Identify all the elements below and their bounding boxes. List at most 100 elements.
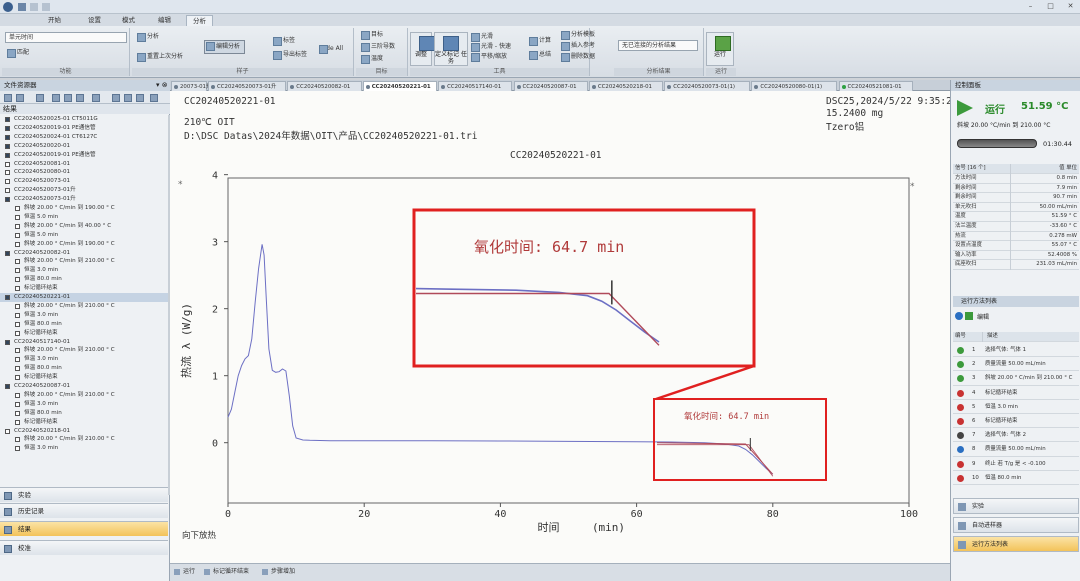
export-tags-button[interactable]: 导出标签 xyxy=(272,50,307,60)
method-row[interactable]: 3 斜坡 20.00 ° C/min 到 210.00 ° C xyxy=(953,371,1079,386)
tree-item[interactable]: 恒温 3.0 min xyxy=(0,266,168,275)
analysis-template-button[interactable]: 分析模板 xyxy=(560,30,595,40)
method-row[interactable]: 9 终止 若 T/g 是 < -0.100 xyxy=(953,457,1079,471)
document-tab[interactable]: CC20240520082-01 xyxy=(287,81,362,91)
method-row[interactable]: 8 质量流量 50.00 mL/min xyxy=(953,442,1079,457)
back-icon[interactable] xyxy=(4,94,12,102)
analysis-result-select[interactable]: 无已连接的分析结果 xyxy=(618,40,698,51)
rnav-method-list[interactable]: 运行方法列表 xyxy=(953,536,1079,552)
method-row[interactable]: 1 选择气体: 气体 1 xyxy=(953,343,1079,358)
tree-item[interactable]: 恒温 5.0 min xyxy=(0,213,168,222)
method-row[interactable]: 10 恒温 80.0 min xyxy=(953,471,1079,485)
search-icon[interactable] xyxy=(124,94,132,102)
tree-item[interactable]: CC20240520218-01 xyxy=(0,427,168,436)
tree-item[interactable]: 恒温 80.0 min xyxy=(0,275,168,284)
tree-item[interactable]: 标记循环结束 xyxy=(0,329,168,338)
document-tab[interactable]: CC20240520221-01 xyxy=(362,81,438,91)
tree-item[interactable]: CC20240520082-01 xyxy=(0,249,168,258)
tree-item[interactable]: CC20240520080-01 xyxy=(0,168,168,177)
document-tab[interactable]: CC20240520218-01 xyxy=(588,81,664,91)
tree-item[interactable]: 恒温 5.0 min xyxy=(0,231,168,240)
pan-zoom-button[interactable]: 平移/缩放 xyxy=(470,52,507,62)
tree-item[interactable]: 恒温 3.0 min xyxy=(0,400,168,409)
rnav-experiment[interactable]: 实验 xyxy=(953,498,1079,514)
method-row[interactable]: 2 质量流量 50.00 mL/min xyxy=(953,357,1079,372)
tab-settings[interactable]: 设置 xyxy=(82,15,107,26)
home-icon[interactable] xyxy=(36,94,44,102)
tree-item[interactable]: 斜坡 20.00 ° C/min 到 190.00 ° C xyxy=(0,240,168,249)
method-row[interactable]: 7 选择气体: 气体 2 xyxy=(953,428,1079,443)
minimize-icon[interactable]: – xyxy=(1026,2,1035,11)
nav-experiment[interactable]: 实验 xyxy=(0,487,168,502)
tree-item[interactable]: CC20240517140-01 xyxy=(0,338,168,347)
status-mark-loop-end[interactable]: 标记循环结束 xyxy=(204,566,249,578)
tree-item[interactable]: CC20240520020-01 xyxy=(0,142,168,151)
tree-item[interactable]: 斜坡 20.00 ° C/min 到 210.00 ° C xyxy=(0,346,168,355)
refresh-icon[interactable] xyxy=(64,94,72,102)
settings-icon[interactable] xyxy=(112,94,120,102)
document-tab[interactable]: CC20240517140-01 xyxy=(438,81,513,91)
tab-start[interactable]: 开始 xyxy=(42,15,67,26)
tree-item[interactable]: 标记循环结束 xyxy=(0,418,168,427)
run-button[interactable]: 运行 xyxy=(706,32,734,66)
tab-edit[interactable]: 编辑 xyxy=(152,15,177,26)
tab-analysis[interactable]: 分析 xyxy=(186,15,213,26)
adjust-button[interactable]: 调整 xyxy=(410,32,435,66)
tab-mode[interactable]: 模式 xyxy=(116,15,141,26)
tags-button[interactable]: 标签 xyxy=(272,36,295,46)
temperature-button[interactable]: 温度 xyxy=(360,54,383,64)
document-tab[interactable]: CC20240521081-01 xyxy=(838,81,913,91)
document-tab[interactable]: CC20240520073-01升 xyxy=(208,81,287,91)
folder-icon[interactable] xyxy=(52,94,60,102)
target-button[interactable]: 目标 xyxy=(360,30,383,40)
close-icon[interactable]: ✕ xyxy=(1066,2,1075,11)
tree-item[interactable]: 恒温 80.0 min xyxy=(0,320,168,329)
dsc-chart[interactable]: 0 20 40 60 80 100 0 1 2 3 4 时间 (min) 热流 λ (W/g) 氧化时间: … xyxy=(170,91,950,563)
forward-icon[interactable] xyxy=(16,94,24,102)
delete-data-button[interactable]: 删除数据 xyxy=(560,52,595,62)
tree-item[interactable]: CC20240520024-01 CT6127C xyxy=(0,133,168,142)
define-step-button[interactable]: 定义标记 任务 xyxy=(434,32,468,66)
method-row[interactable]: 4 标记循环结束 xyxy=(953,386,1079,400)
refresh-icon[interactable] xyxy=(955,312,963,320)
tree-item[interactable]: 标记循环结束 xyxy=(0,284,168,293)
tree-item[interactable]: CC20240520073-01升 xyxy=(0,186,168,195)
unit-select[interactable]: 单元时间 xyxy=(5,32,127,43)
tree-item[interactable]: 斜坡 20.00 ° C/min 到 210.00 ° C xyxy=(0,391,168,400)
tree-item[interactable]: 斜坡 20.00 ° C/min 到 210.00 ° C xyxy=(0,435,168,444)
tree-item[interactable]: 斜坡 20.00 ° C/min 到 40.00 ° C xyxy=(0,222,168,231)
edit-analysis-button[interactable]: 编辑分析 xyxy=(204,40,246,54)
filter-icon[interactable] xyxy=(76,94,84,102)
tree-item[interactable]: CC20240520073-01升 xyxy=(0,195,168,204)
tree-item[interactable]: CC20240520073-01 xyxy=(0,177,168,186)
tree-item[interactable]: CC20240520087-01 xyxy=(0,382,168,391)
reset-analysis-button[interactable]: 重置上次分析 xyxy=(136,52,183,62)
nav-calibration[interactable]: 校准 xyxy=(0,540,168,555)
tree-item[interactable]: CC20240520025-01 CT5011G xyxy=(0,115,168,124)
redo-icon[interactable] xyxy=(42,3,50,11)
rnav-autosampler[interactable]: 自动进样器 xyxy=(953,517,1079,533)
save-icon[interactable] xyxy=(18,3,26,11)
calculate-button[interactable]: 计算 xyxy=(528,36,551,46)
third-derivative-button[interactable]: 三阶导数 xyxy=(360,42,395,52)
tree-item[interactable]: 斜坡 20.00 ° C/min 到 210.00 ° C xyxy=(0,302,168,311)
document-tab[interactable]: CC20240520087-01 xyxy=(513,81,588,91)
smooth-fast-button[interactable]: 光滑 - 快速 xyxy=(470,42,511,52)
analyze-button[interactable]: 分析 xyxy=(136,32,159,42)
tree-item[interactable]: 恒温 80.0 min xyxy=(0,409,168,418)
tree-item[interactable]: 恒温 3.0 min xyxy=(0,355,168,364)
nav-history[interactable]: 历史记录 xyxy=(0,503,168,518)
insert-reference-button[interactable]: 插入参考 xyxy=(560,41,595,51)
document-tab[interactable]: 20073-01升 xyxy=(171,81,211,91)
view-icon[interactable] xyxy=(92,94,100,102)
tree-item[interactable]: 恒温 3.0 min xyxy=(0,444,168,453)
smooth-button[interactable]: 光滑 xyxy=(470,32,493,42)
tree-item[interactable]: CC20240520019-01 PE通信管 xyxy=(0,151,168,160)
tree-item[interactable]: CC20240520081-01 xyxy=(0,160,168,169)
hide-all-button[interactable]: Hide All xyxy=(318,44,343,54)
undo-icon[interactable] xyxy=(30,3,38,11)
summary-button[interactable]: 总结 xyxy=(528,50,551,60)
match-button[interactable]: 匹配 xyxy=(6,48,29,58)
document-tab[interactable]: CC20240520080-01(1) xyxy=(751,81,838,91)
app-logo-icon[interactable] xyxy=(3,2,13,12)
